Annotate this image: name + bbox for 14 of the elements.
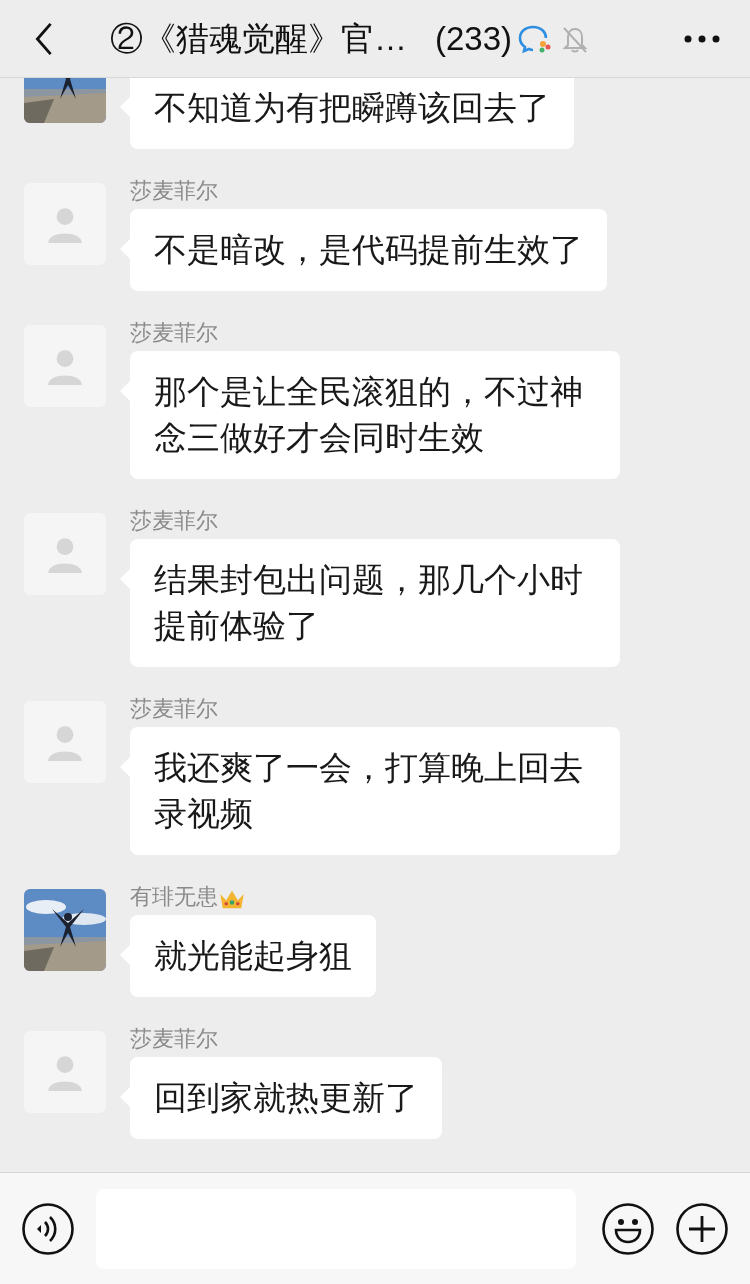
member-count: (233)	[435, 18, 513, 59]
sender-name: 莎麦菲尔	[130, 1028, 218, 1050]
chat-bubble-icon	[518, 23, 553, 54]
back-icon[interactable]	[34, 21, 54, 56]
more-icon[interactable]	[684, 34, 720, 43]
sender-name: 莎麦菲尔	[130, 322, 218, 344]
sender-name: 有琲无患	[130, 886, 218, 908]
sender-name: 莎麦菲尔	[130, 510, 218, 532]
voice-icon[interactable]	[22, 1202, 74, 1255]
sender-name: 莎麦菲尔	[130, 698, 218, 720]
sender-name: 莎麦菲尔	[130, 180, 218, 202]
plus-icon[interactable]	[676, 1202, 728, 1255]
emoji-icon[interactable]	[602, 1202, 654, 1255]
chat-title: ②《猎魂觉醒》官…	[110, 18, 407, 59]
